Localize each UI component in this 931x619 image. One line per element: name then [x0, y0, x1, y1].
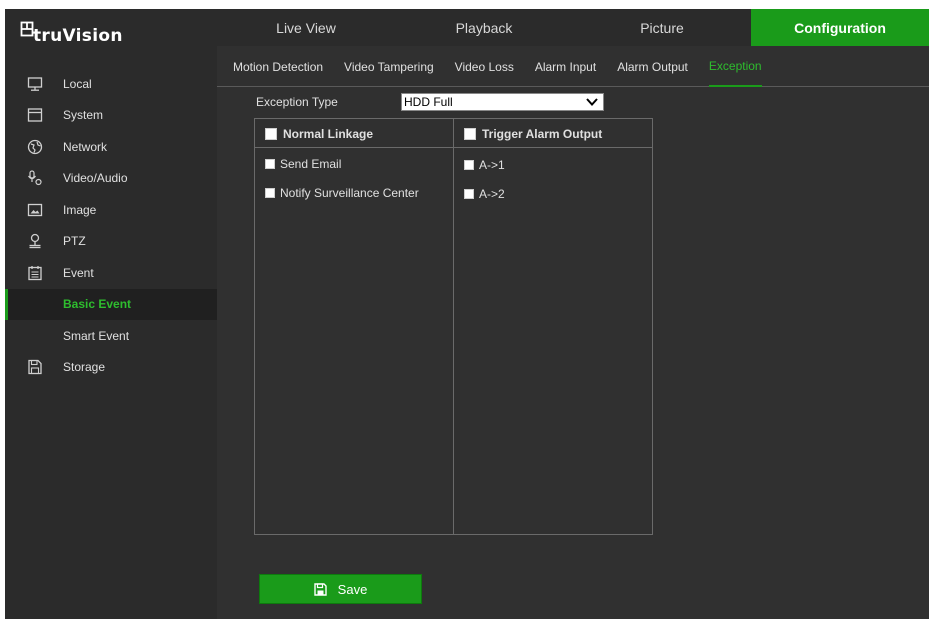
top-nav: Live View Playback Picture Configuration — [217, 9, 929, 46]
sidebar-item-label: Event — [63, 265, 94, 280]
sidebar-item-label: Smart Event — [63, 328, 130, 343]
sidebar-item-label: Storage — [63, 360, 106, 375]
sidebar-item-label: PTZ — [63, 234, 86, 249]
globe-icon — [27, 139, 43, 155]
sidebar-item-event[interactable]: Event — [5, 257, 217, 289]
column-divider — [453, 119, 454, 534]
save-button-label: Save — [337, 581, 368, 597]
normal-linkage-checkbox[interactable] — [265, 128, 277, 140]
subtab-motion-detection[interactable]: Motion Detection — [233, 46, 323, 87]
truvision-logo: truVision — [20, 20, 123, 46]
trigger-alarm-output-label: Trigger Alarm Output — [482, 127, 603, 141]
trigger-alarm-output-checkbox[interactable] — [464, 128, 476, 140]
sidebar-item-system[interactable]: System — [5, 100, 217, 132]
exception-type-value: HDD Full — [404, 95, 453, 109]
sidebar-item-video-audio[interactable]: Video/Audio — [5, 163, 217, 195]
sidebar-item-network[interactable]: Network — [5, 131, 217, 163]
header-divider — [255, 147, 652, 148]
alarm-output-a2-option: A->2 — [464, 187, 505, 201]
sidebar-nav: Local System Network Video/Audio Image P… — [5, 68, 217, 383]
save-icon — [313, 582, 327, 596]
sidebar-item-label: Image — [63, 202, 97, 217]
image-icon — [27, 202, 43, 218]
send-email-option: Send Email — [265, 157, 341, 171]
subtab-alarm-input[interactable]: Alarm Input — [535, 46, 596, 87]
system-icon — [27, 107, 43, 123]
send-email-checkbox[interactable] — [265, 159, 275, 169]
sidebar: truVision Local System Network Video/Aud… — [5, 9, 217, 619]
sidebar-item-image[interactable]: Image — [5, 194, 217, 226]
sidebar-item-label: System — [63, 108, 104, 123]
notify-center-label: Notify Surveillance Center — [280, 186, 419, 200]
alarm-output-a2-label: A->2 — [479, 187, 505, 201]
sidebar-item-storage[interactable]: Storage — [5, 352, 217, 384]
sidebar-item-label: Video/Audio — [63, 171, 128, 186]
tab-live-view[interactable]: Live View — [217, 9, 395, 46]
subtab-exception[interactable]: Exception — [708, 46, 762, 87]
subtab-video-tampering[interactable]: Video Tampering — [344, 46, 434, 87]
sidebar-item-ptz[interactable]: PTZ — [5, 226, 217, 258]
event-subtabs: Motion Detection Video Tampering Video L… — [217, 46, 929, 87]
tab-playback[interactable]: Playback — [395, 9, 573, 46]
send-email-label: Send Email — [280, 157, 342, 171]
brand-name: truVision — [33, 26, 123, 46]
calendar-icon — [27, 265, 43, 281]
exception-type-select[interactable]: HDD Full — [401, 93, 604, 111]
chevron-down-icon — [586, 98, 598, 106]
sidebar-item-basic-event[interactable]: Basic Event — [5, 288, 217, 320]
sidebar-item-label: Basic Event — [63, 297, 132, 312]
alarm-output-a2-checkbox[interactable] — [464, 189, 474, 199]
sidebar-item-label: Local — [63, 76, 92, 91]
linkage-panel: Normal Linkage Trigger Alarm Output Send… — [254, 118, 653, 535]
exception-type-label: Exception Type — [256, 95, 338, 109]
tab-configuration[interactable]: Configuration — [751, 9, 929, 46]
microphone-icon — [27, 170, 43, 186]
ptz-icon — [27, 233, 43, 249]
notify-center-checkbox[interactable] — [265, 188, 275, 198]
alarm-output-a1-option: A->1 — [464, 158, 505, 172]
storage-icon — [27, 359, 43, 375]
monitor-icon — [27, 76, 43, 92]
subtab-alarm-output[interactable]: Alarm Output — [617, 46, 688, 87]
trigger-alarm-header: Trigger Alarm Output — [464, 127, 602, 141]
notify-center-option: Notify Surveillance Center — [265, 186, 419, 200]
subtab-video-loss[interactable]: Video Loss — [455, 46, 514, 87]
tab-picture[interactable]: Picture — [573, 9, 751, 46]
sidebar-item-label: Network — [63, 139, 108, 154]
normal-linkage-label: Normal Linkage — [283, 127, 374, 141]
sidebar-item-local[interactable]: Local — [5, 68, 217, 100]
alarm-output-a1-checkbox[interactable] — [464, 160, 474, 170]
truvision-logo-icon — [20, 21, 34, 37]
sidebar-item-smart-event[interactable]: Smart Event — [5, 320, 217, 352]
save-button[interactable]: Save — [259, 574, 422, 604]
normal-linkage-header: Normal Linkage — [265, 127, 373, 141]
alarm-output-a1-label: A->1 — [479, 158, 505, 172]
